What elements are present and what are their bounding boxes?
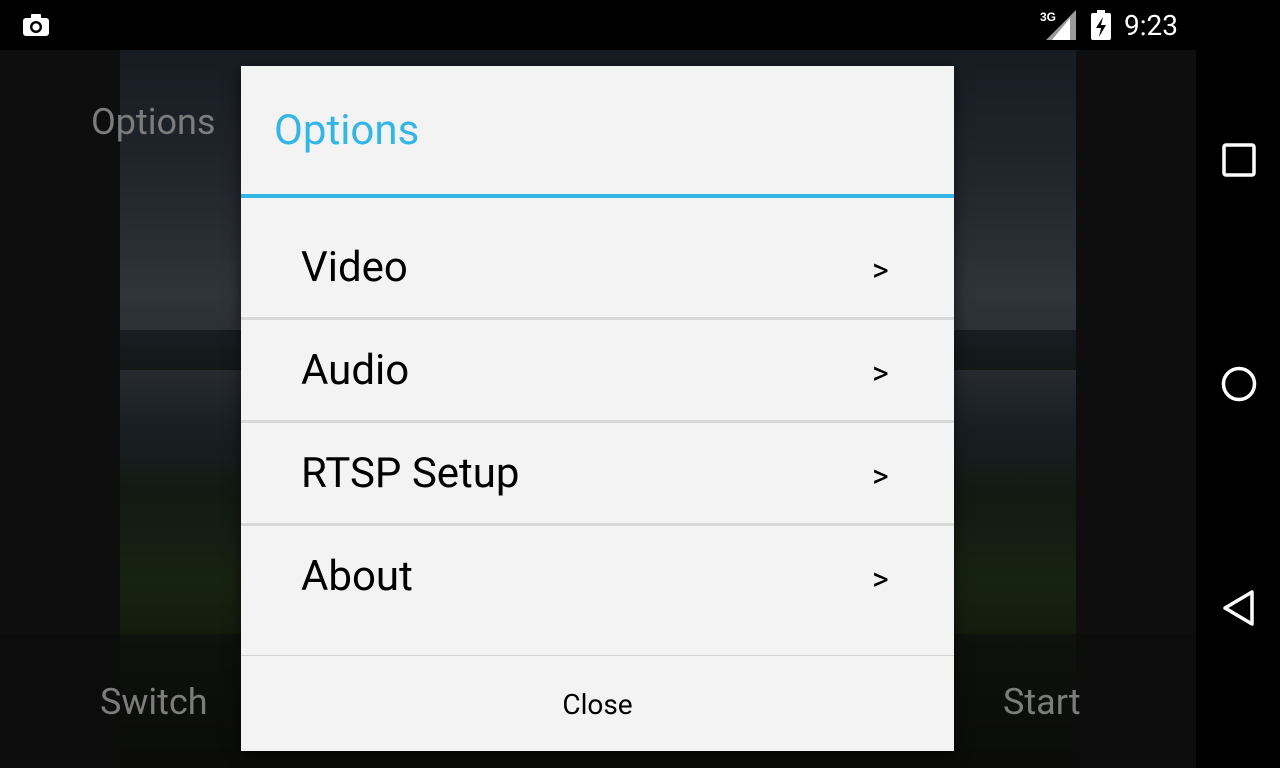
options-button: Options [91,101,216,143]
dialog-title: Options [274,106,420,155]
menu-item-label: Audio [301,346,410,395]
menu-item-rtsp-setup[interactable]: RTSP Setup > [241,424,954,524]
close-button-label: Close [562,688,633,721]
signal-icon: 3G [1040,10,1076,40]
switch-button: Switch [100,681,208,723]
close-button[interactable]: Close [241,656,954,751]
network-type-label: 3G [1040,10,1056,24]
item-divider [241,317,954,320]
chevron-right-icon: > [872,457,889,495]
menu-item-video[interactable]: Video > [241,218,954,318]
chevron-right-icon: > [872,251,889,289]
item-divider [241,420,954,423]
chevron-right-icon: > [872,354,889,392]
menu-item-label: Video [301,243,408,292]
battery-charging-icon [1091,10,1111,40]
menu-item-label: RTSP Setup [301,449,520,498]
recents-square-icon[interactable] [1220,141,1258,179]
item-divider [241,523,954,526]
chevron-right-icon: > [872,560,889,598]
back-triangle-icon[interactable] [1220,589,1258,627]
status-bar: 3G 9:23 [0,0,1196,50]
menu-item-about[interactable]: About > [241,527,954,627]
title-divider [241,194,954,198]
start-button: Start [1003,681,1081,723]
camera-icon [23,14,49,36]
status-clock: 9:23 [1124,9,1178,42]
home-circle-icon[interactable] [1220,365,1258,403]
menu-item-audio[interactable]: Audio > [241,321,954,421]
menu-item-label: About [301,552,413,601]
options-dialog: Options Video > Audio > RTSP Setup > Abo… [241,66,954,751]
